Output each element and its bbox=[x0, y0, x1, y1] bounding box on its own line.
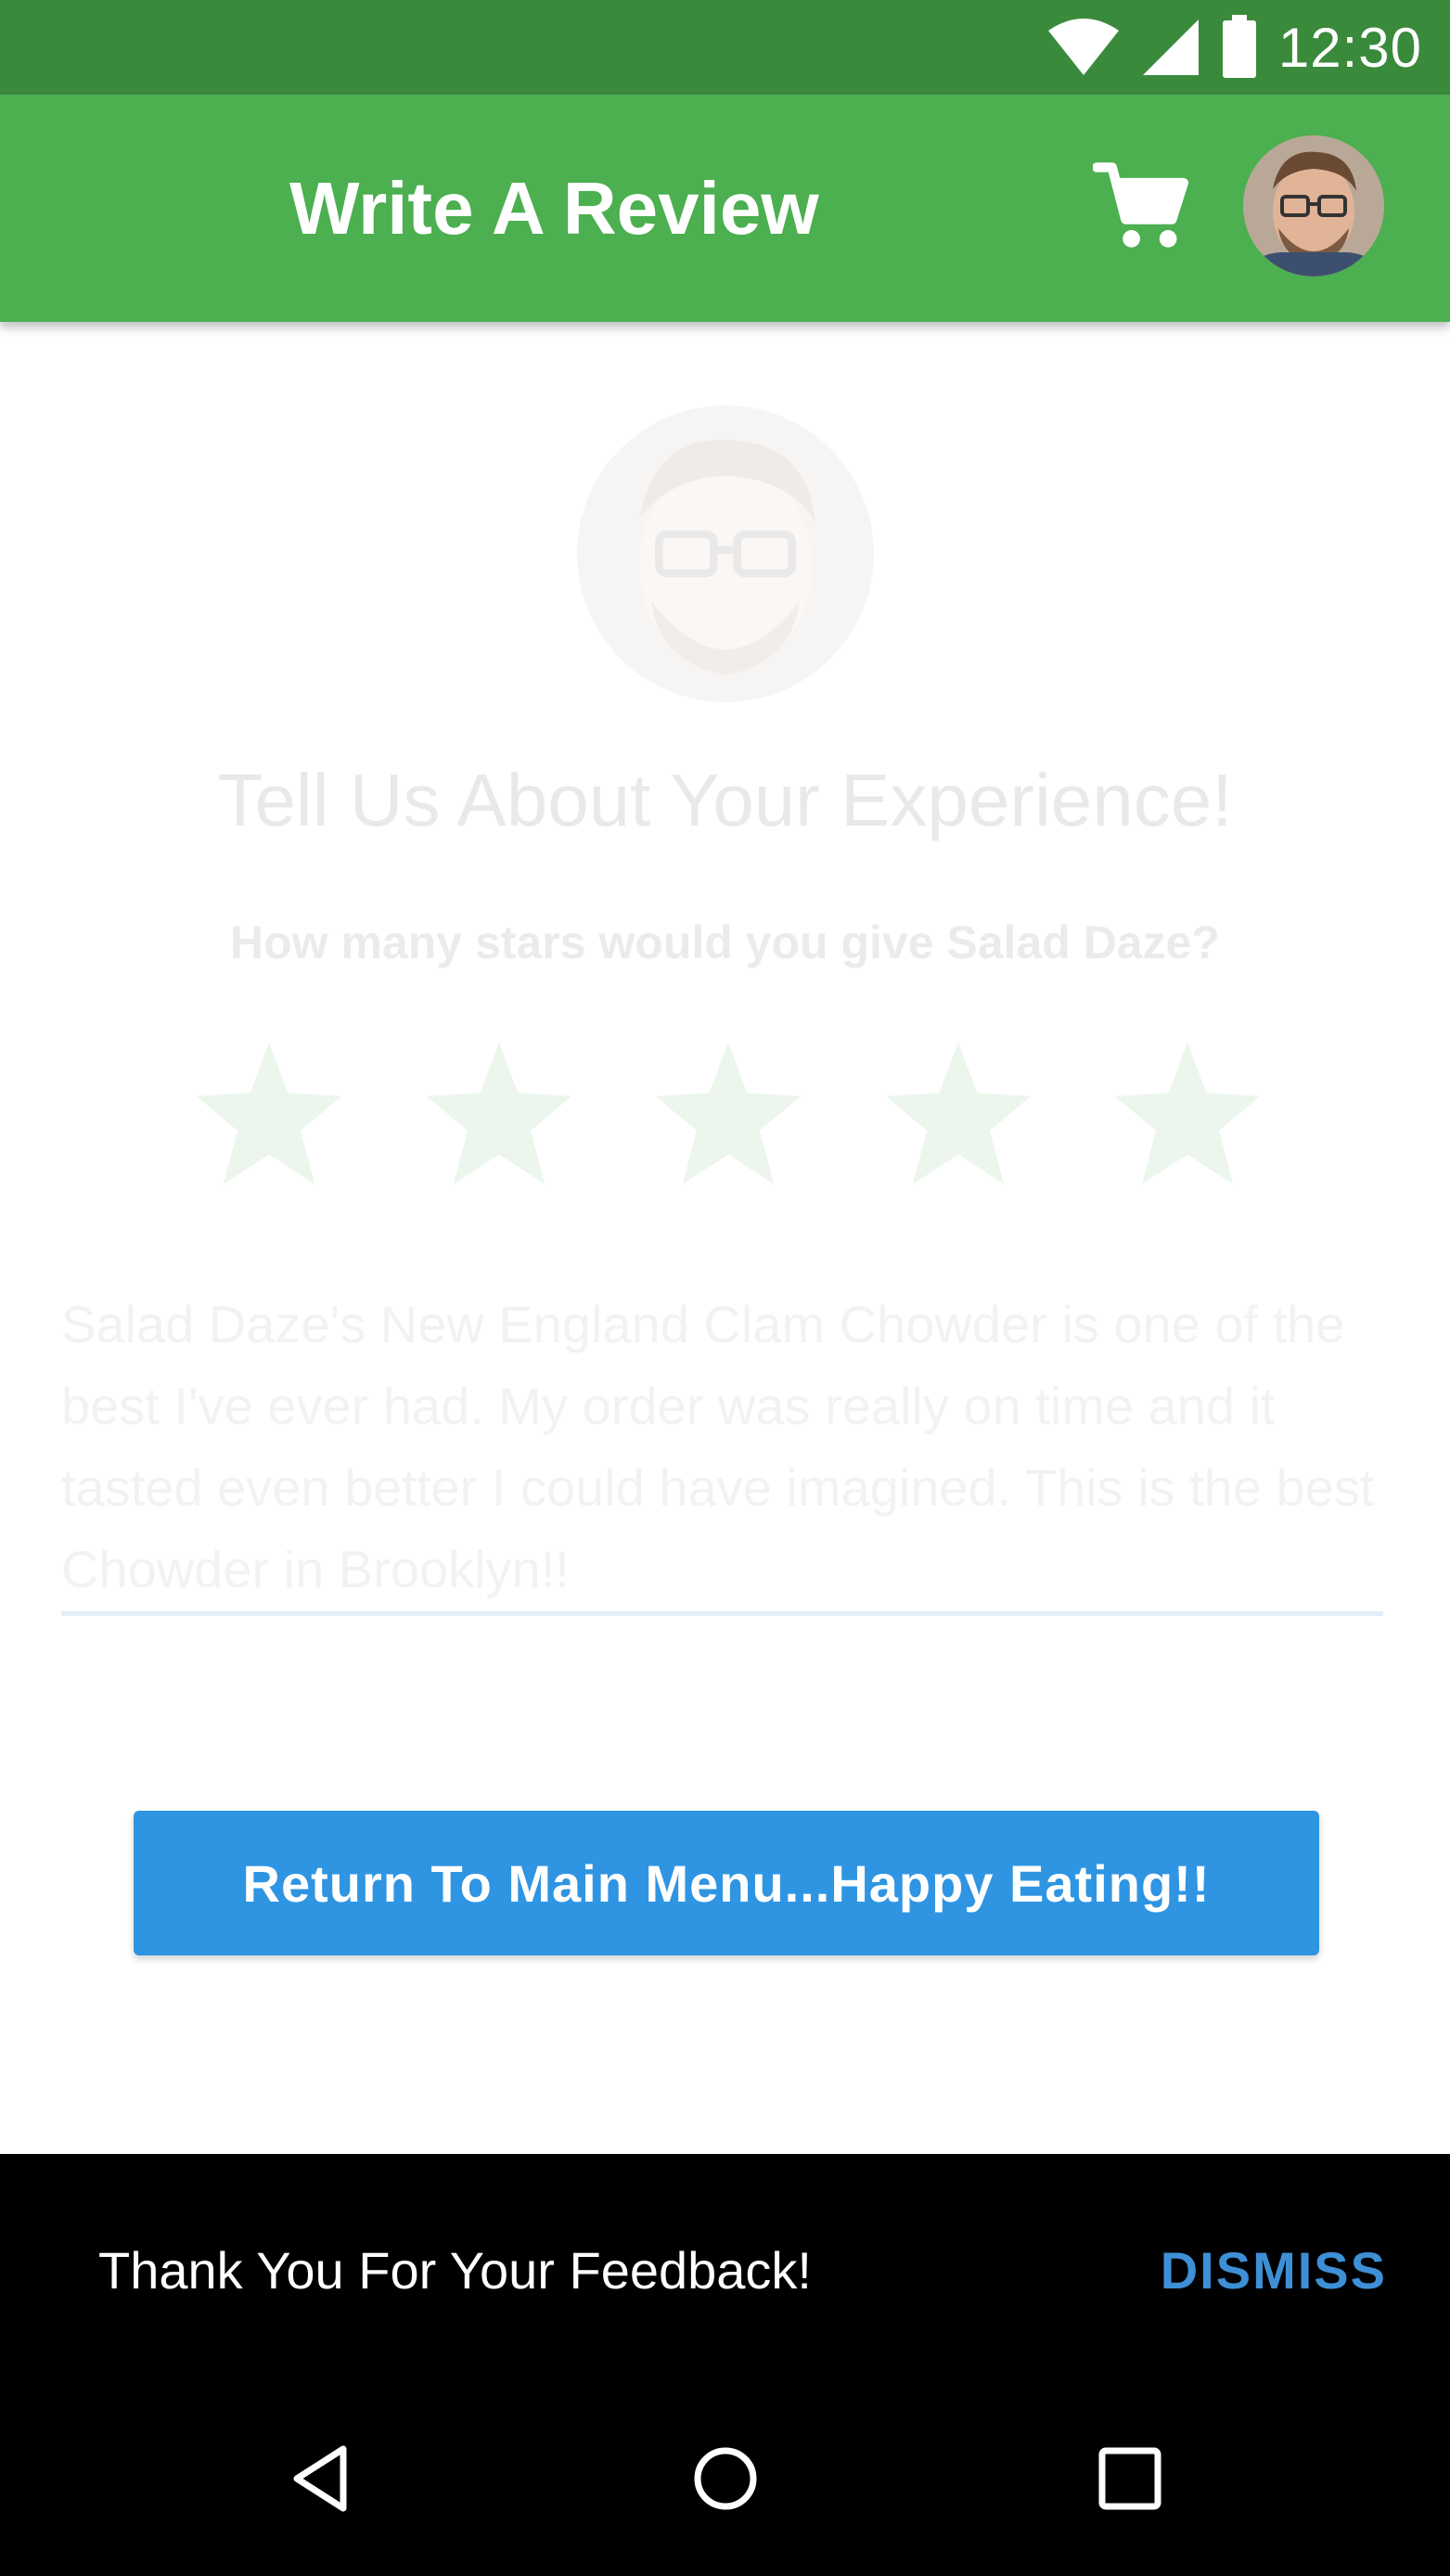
review-subheadline: How many stars would you give Salad Daze… bbox=[230, 916, 1220, 968]
back-button[interactable] bbox=[275, 2432, 367, 2525]
review-headline: Tell Us About Your Experience! bbox=[217, 759, 1233, 841]
home-button[interactable] bbox=[679, 2432, 772, 2525]
status-bar: 12:30 bbox=[0, 0, 1450, 95]
status-time: 12:30 bbox=[1277, 16, 1422, 79]
avatar[interactable] bbox=[1243, 135, 1384, 276]
return-to-menu-button[interactable]: Return To Main Menu...Happy Eating!! bbox=[134, 1811, 1319, 1955]
dismiss-button[interactable]: DISMISS bbox=[1161, 2154, 1387, 2386]
status-icons: 12:30 bbox=[1046, 0, 1422, 95]
avatar-face-icon bbox=[1243, 135, 1384, 276]
battery-icon bbox=[1222, 15, 1256, 78]
star-icon[interactable] bbox=[190, 1036, 348, 1194]
cart-icon[interactable] bbox=[1093, 158, 1189, 254]
star-icon[interactable] bbox=[1109, 1036, 1266, 1194]
profile-photo bbox=[577, 405, 874, 702]
navigation-bar bbox=[0, 2386, 1450, 2576]
wifi-icon bbox=[1047, 19, 1119, 75]
profile-face-icon bbox=[577, 405, 874, 702]
recents-icon bbox=[1098, 2447, 1161, 2510]
star-icon[interactable] bbox=[649, 1036, 807, 1194]
home-icon bbox=[694, 2447, 757, 2510]
star-rating[interactable] bbox=[190, 1036, 1266, 1194]
snackbar: Thank You For Your Feedback! DISMISS bbox=[0, 2154, 1450, 2386]
review-text-field[interactable]: Salad Daze's New England Clam Chowder is… bbox=[61, 1284, 1388, 1610]
page-title: Write A Review bbox=[289, 166, 819, 250]
review-field-underline bbox=[61, 1611, 1383, 1616]
screen: 12:30 Write A Review Tell Us About Your … bbox=[0, 0, 1450, 2576]
signal-icon bbox=[1142, 19, 1199, 75]
recents-button[interactable] bbox=[1084, 2432, 1176, 2525]
star-icon[interactable] bbox=[420, 1036, 578, 1194]
app-bar: Write A Review bbox=[0, 95, 1450, 322]
snackbar-message: Thank You For Your Feedback! bbox=[98, 2240, 812, 2300]
back-icon bbox=[293, 2445, 347, 2512]
star-icon[interactable] bbox=[879, 1036, 1037, 1194]
